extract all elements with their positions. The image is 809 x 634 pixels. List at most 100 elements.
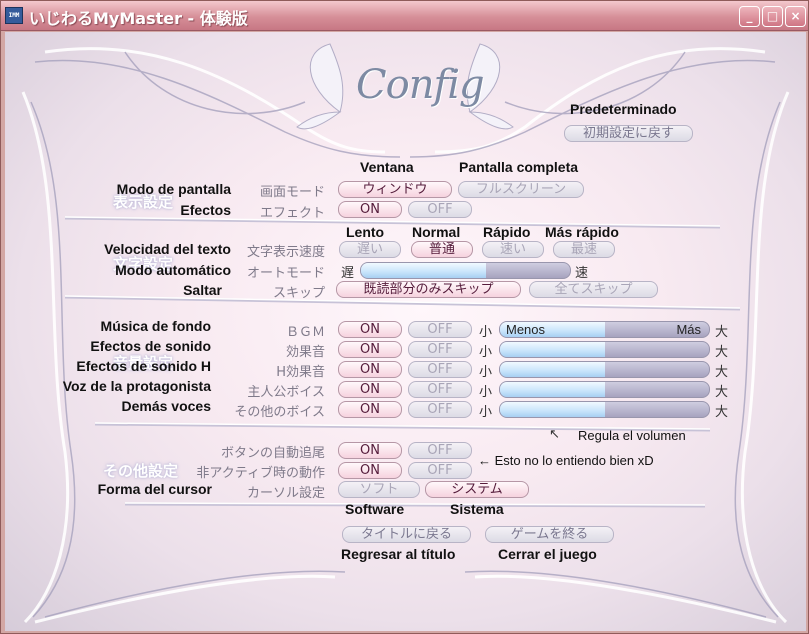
sound-row-label: Efectos de sonido [90,338,211,354]
volume-slider[interactable] [499,361,710,378]
volume-note: Regula el volumen [578,428,686,443]
speed-slow-button[interactable]: 遅い [339,241,401,258]
volume-small-mark: 小 [479,345,493,360]
config-panel: Config Predeterminado 初期設定に戻す 表示設定 Venta… [5,32,806,631]
effects-on-button[interactable]: ON [338,201,402,218]
skip-label: Saltar [183,282,222,298]
maximize-button[interactable]: □ [762,6,783,27]
skip-all-button[interactable]: 全てスキップ [529,281,658,298]
cursor-label: Forma del cursor [97,481,212,497]
reset-defaults-button[interactable]: 初期設定に戻す [564,125,693,142]
sound-row-jp: 主人公ボイス [247,385,325,400]
auto-mode-label: Modo automático [115,262,231,278]
sound-row-label: Voz de la protagonista [62,378,211,394]
autofollow-off-button[interactable]: OFF [408,442,472,459]
minimize-button[interactable]: _ [739,6,760,27]
sound-row-label: Demás voces [121,398,211,414]
fullscreen-mode-button[interactable]: フルスクリーン [458,181,584,198]
fastest-column-label: Más rápido [545,224,619,240]
sound-row-label: Música de fondo [100,318,211,334]
volume-small-mark: 小 [479,325,493,340]
sound-off-button[interactable]: OFF [408,341,472,358]
text-speed-jp: 文字表示速度 [246,245,325,260]
cursor-system-button[interactable]: システム [425,481,529,498]
speed-normal-button[interactable]: 普通 [411,241,473,258]
sound-on-button[interactable]: ON [338,321,402,338]
sound-row-jp: H効果音 [276,365,325,380]
volume-small-mark: 小 [479,365,493,380]
autofollow-jp: ボタンの自動追尾 [220,446,325,461]
auto-speed-fill [361,263,487,278]
config-title: Config [356,62,485,108]
return-to-title-button[interactable]: タイトルに戻る [342,526,471,543]
volume-small-mark: 小 [479,405,493,420]
window-column-label: Ventana [360,159,414,175]
system-caption: Sistema [450,501,504,517]
screen-mode-jp: 画面モード [259,185,325,200]
inactive-note: ← Esto no lo entiendo bien xD [478,453,654,468]
title-bar[interactable]: IMM いじわるMyMaster - 体験版 _ □ × [1,1,808,31]
volume-big-mark: 大 [715,325,729,340]
volume-less-label: Menos [506,322,546,337]
volume-big-mark: 大 [715,385,729,400]
sound-off-button[interactable]: OFF [408,381,472,398]
volume-arrow-icon: ↖ [549,427,560,442]
autofollow-on-button[interactable]: ON [338,442,402,459]
software-caption: Software [345,501,405,517]
volume-fill [500,342,605,357]
volume-big-mark: 大 [715,405,729,420]
app-icon[interactable]: IMM [5,7,23,24]
sound-row-jp: その他のボイス [234,405,325,420]
close-icon: × [790,9,801,23]
cursor-jp: カーソル設定 [246,486,325,501]
inactive-jp: 非アクティブ時の動作 [196,466,325,481]
minimize-icon: _ [746,9,753,23]
exit-game-button[interactable]: ゲームを終る [485,526,614,543]
inactive-off-button[interactable]: OFF [408,462,472,479]
volume-fill [500,402,605,417]
window-title: いじわるMyMaster - 体験版 [29,9,248,28]
auto-mode-jp: オートモード [246,266,325,281]
inactive-on-button[interactable]: ON [338,462,402,479]
volume-slider[interactable] [499,381,710,398]
sound-off-button[interactable]: OFF [408,321,472,338]
sound-off-button[interactable]: OFF [408,401,472,418]
volume-fill [500,382,605,397]
window-mode-button[interactable]: ウィンドウ [338,181,452,198]
effects-label: Efectos [180,202,231,218]
volume-slider[interactable]: Menos Más [499,321,710,338]
cursor-software-button[interactable]: ソフト [338,481,420,498]
speed-fast-button[interactable]: 速い [482,241,544,258]
volume-small-mark: 小 [479,385,493,400]
sound-on-button[interactable]: ON [338,361,402,378]
default-label: Predeterminado [570,101,677,117]
skip-read-only-button[interactable]: 既読部分のみスキップ [336,281,521,298]
close-button[interactable]: × [785,6,806,27]
sound-on-button[interactable]: ON [338,401,402,418]
auto-slow-mark: 遅 [341,266,355,281]
sound-row-label: Efectos de sonido H [76,358,211,374]
effects-jp: エフェクト [259,206,325,221]
fullscreen-column-label: Pantalla completa [459,159,579,175]
fast-column-label: Rápido [483,224,531,240]
sound-on-button[interactable]: ON [338,381,402,398]
slow-column-label: Lento [346,224,385,240]
effects-off-button[interactable]: OFF [408,201,472,218]
maximize-icon: □ [766,9,779,23]
text-speed-label: Velocidad del texto [104,241,231,257]
sound-off-button[interactable]: OFF [408,361,472,378]
speed-fastest-button[interactable]: 最速 [553,241,615,258]
volume-fill [500,362,605,377]
volume-slider[interactable] [499,341,710,358]
volume-more-label: Más [676,322,701,337]
volume-slider[interactable] [499,401,710,418]
sound-on-button[interactable]: ON [338,341,402,358]
sound-row-jp: 効果音 [285,345,325,360]
volume-big-mark: 大 [715,345,729,360]
normal-column-label: Normal [412,224,461,240]
auto-speed-slider[interactable] [360,262,571,279]
exit-game-caption: Cerrar el juego [498,546,597,562]
return-to-title-caption: Regresar al título [341,546,456,562]
app-window: IMM いじわるMyMaster - 体験版 _ □ × Config Pred… [0,0,809,634]
screen-mode-label: Modo de pantalla [116,181,231,197]
